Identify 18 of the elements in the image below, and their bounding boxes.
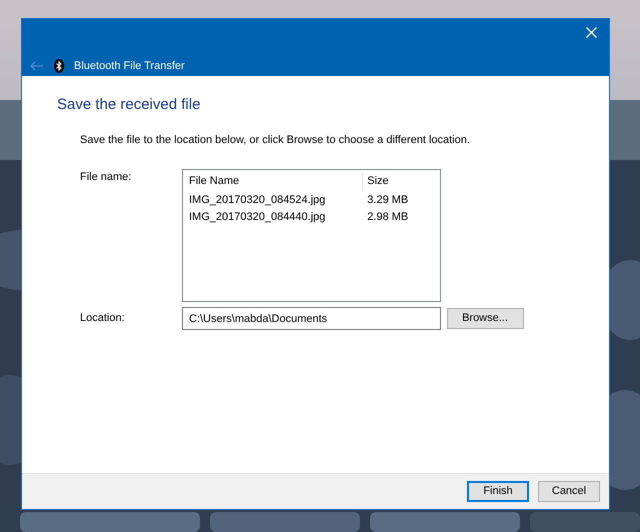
location-field[interactable]: C:\Users\mabda\Documents bbox=[182, 307, 441, 330]
page-heading: Save the received file bbox=[57, 96, 202, 114]
file-name: IMG_20170320_084440.jpg bbox=[189, 210, 326, 225]
bluetooth-icon bbox=[54, 59, 64, 74]
file-size: 2.98 MB bbox=[366, 210, 410, 225]
file-size: 3.29 MB bbox=[366, 192, 410, 208]
cancel-button[interactable]: Cancel bbox=[538, 481, 600, 502]
finish-button[interactable]: Finish bbox=[467, 481, 529, 502]
file-name: IMG_20170320_084524.jpg bbox=[189, 192, 326, 208]
field-label: Location: bbox=[80, 311, 126, 326]
field-label: File name: bbox=[80, 170, 132, 184]
window-title: Bluetooth File Transfer bbox=[74, 59, 185, 74]
file-list[interactable]: File Name Size IMG_20170320_084524.jpg 3.29 MB IMG_20170320_084440.jpg 2.98 MB bbox=[182, 168, 441, 302]
column-header[interactable]: Size bbox=[367, 173, 389, 190]
column-header[interactable]: File Name bbox=[189, 175, 240, 188]
instruction-text: Save the file to the location below, or click Browse to choose a different location. bbox=[80, 133, 471, 148]
close-icon bbox=[586, 27, 597, 38]
browse-button[interactable]: Browse... bbox=[446, 308, 524, 329]
